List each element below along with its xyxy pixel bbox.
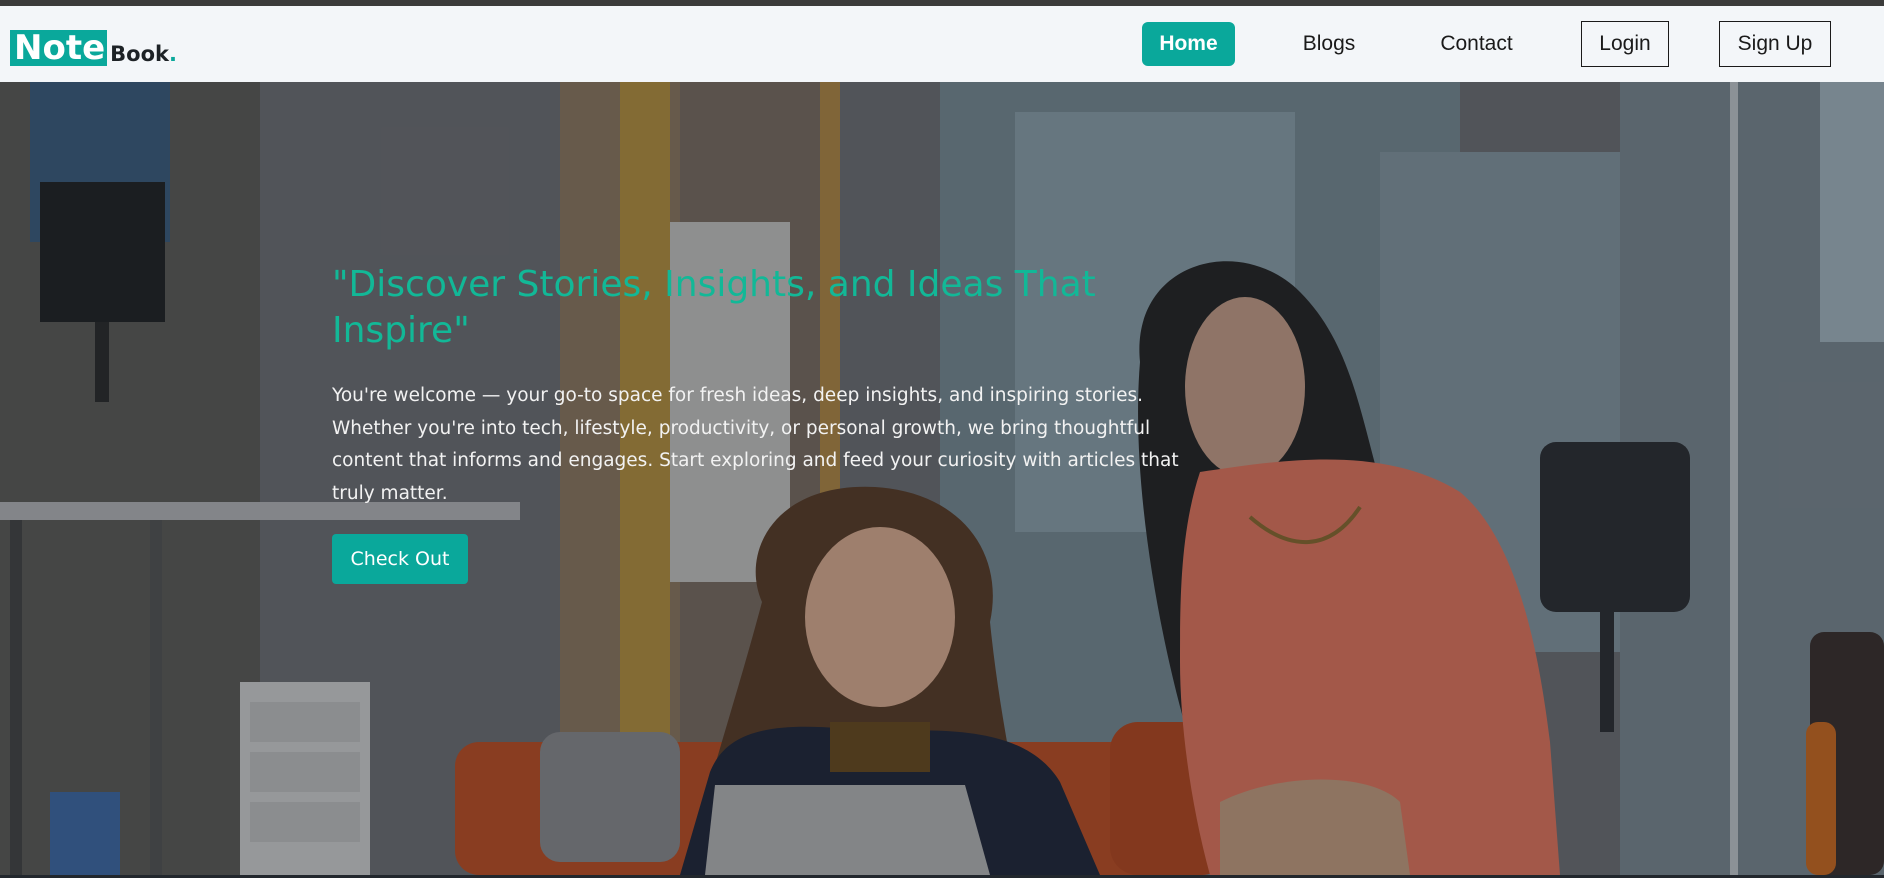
signup-button[interactable]: Sign Up [1719, 21, 1831, 67]
logo-book-text: Book [110, 42, 169, 66]
nav-home-link[interactable]: Home [1142, 22, 1235, 66]
hero-description: You're welcome — your go-to space for fr… [332, 385, 1179, 504]
hero-title: "Discover Stories, Insights, and Ideas T… [332, 264, 1096, 351]
login-button[interactable]: Login [1581, 21, 1669, 67]
logo-note-text: Note [10, 30, 108, 66]
logo-dot: . [168, 42, 177, 66]
check-out-button[interactable]: Check Out [332, 534, 468, 584]
site-logo[interactable]: Note Book . [10, 26, 177, 66]
hero-content: "Discover Stories, Insights, and Ideas T… [332, 262, 1212, 584]
hero-section: "Discover Stories, Insights, and Ideas T… [0, 82, 1884, 875]
nav-contact-link[interactable]: Contact [1432, 22, 1521, 66]
nav-blogs-link[interactable]: Blogs [1290, 22, 1368, 66]
navbar: Note Book . Home Blogs Contact Login Sig… [0, 6, 1884, 82]
